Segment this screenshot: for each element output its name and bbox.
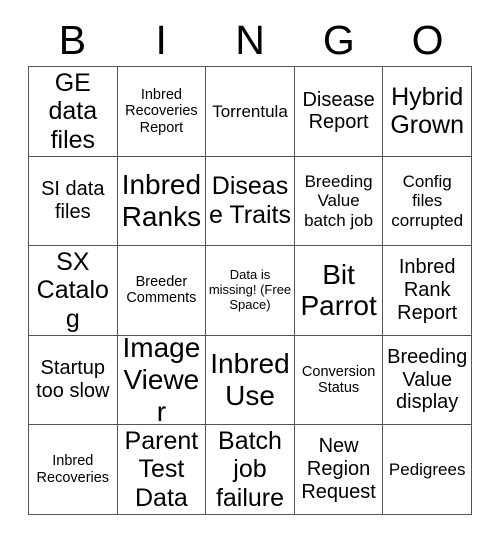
bingo-grid: GE data files Inbred Recoveries Report Tor…	[28, 66, 472, 515]
bingo-cell-label: Inbred Recoveries	[36, 453, 110, 486]
bingo-cell-r1-c3[interactable]: Torrentula	[206, 67, 295, 157]
bingo-cell-label: Inbred Ranks	[121, 168, 202, 232]
bingo-cell-r3-c1[interactable]: SX Catalog	[29, 246, 118, 336]
bingo-cell-label: SI data files	[41, 178, 105, 223]
bingo-cell-r4-c2[interactable]: Image Viewer	[117, 335, 207, 426]
bingo-cell-label: Parent Test Data	[124, 426, 199, 512]
bingo-cell-label: Config files corrupted	[391, 171, 464, 230]
bingo-cell-r4-c1[interactable]: Startup too slow	[29, 335, 118, 426]
bingo-cell-label: Disease Traits	[209, 172, 291, 229]
bingo-cell-r4-c3[interactable]: Inbred Use	[206, 335, 295, 426]
bingo-cell-label: Pedigrees	[388, 460, 466, 479]
bingo-cell-r5-c3[interactable]: Batch job failure	[206, 425, 295, 515]
bingo-card: B I N G O GE data files Inbred Recoveries…	[0, 0, 500, 544]
bingo-cell-r5-c2[interactable]: Parent Test Data	[117, 425, 207, 515]
bingo-cell-r3-c5[interactable]: Inbred Rank Report	[383, 246, 472, 336]
bingo-cell-r4-c4[interactable]: Conversion Status	[294, 335, 384, 426]
bingo-cell-r3-c2[interactable]: Breeder Comments	[117, 246, 207, 336]
bingo-cell-label: Bit Parrot	[300, 258, 377, 322]
bingo-cell-label: Inbred Recoveries Report	[125, 86, 198, 136]
bingo-header: B I N G O	[28, 14, 472, 66]
bingo-cell-r1-c2[interactable]: Inbred Recoveries Report	[117, 67, 207, 157]
bingo-cell-r5-c1[interactable]: Inbred Recoveries	[29, 425, 118, 515]
bingo-cell-label: New Region Request	[301, 435, 376, 504]
bingo-cell-label: Inbred Use	[210, 348, 290, 412]
bingo-cell-r5-c5[interactable]: Pedigrees	[383, 425, 472, 515]
bingo-cell-label: Batch job failure	[215, 426, 285, 512]
bingo-cell-label: Disease Report	[302, 88, 375, 134]
bingo-cell-r3-c4[interactable]: Bit Parrot	[294, 246, 384, 336]
bingo-header-letter-i: I	[155, 17, 167, 63]
bingo-cell-r2-c1[interactable]: SI data files	[29, 156, 118, 247]
bingo-cell-label: Breeding Value display	[387, 345, 468, 414]
bingo-header-letter-b: B	[58, 17, 87, 63]
bingo-header-letter-n: N	[235, 17, 265, 63]
bingo-header-letter-g: G	[322, 17, 355, 63]
bingo-cell-label: GE data files	[48, 68, 98, 154]
bingo-cell-r5-c4[interactable]: New Region Request	[294, 425, 384, 515]
bingo-cell-label: Data is missing! (Free Space)	[208, 267, 292, 312]
bingo-cell-r2-c3[interactable]: Disease Traits	[206, 156, 295, 247]
bingo-header-letter-o: O	[411, 17, 444, 63]
bingo-cell-label: Conversion Status	[301, 363, 376, 397]
bingo-cell-r1-c4[interactable]: Disease Report	[294, 67, 384, 157]
bingo-cell-r2-c5[interactable]: Config files corrupted	[383, 156, 472, 247]
bingo-cell-label: Image Viewer	[122, 335, 201, 426]
bingo-cell-r4-c5[interactable]: Breeding Value display	[383, 335, 472, 426]
bingo-cell-free-space[interactable]: Data is missing! (Free Space)	[206, 246, 295, 336]
bingo-cell-label: Torrentula	[212, 101, 288, 121]
bingo-cell-r2-c2[interactable]: Inbred Ranks	[117, 156, 207, 247]
bingo-cell-r1-c5[interactable]: Hybrid Grown	[383, 67, 472, 157]
bingo-cell-label: Hybrid Grown	[390, 82, 464, 140]
bingo-cell-r2-c4[interactable]: Breeding Value batch job	[294, 156, 384, 247]
bingo-cell-label: Startup too slow	[36, 357, 110, 403]
bingo-cell-label: Breeding Value batch job	[304, 171, 374, 230]
bingo-cell-label: Inbred Rank Report	[397, 256, 458, 324]
bingo-cell-label: SX Catalog	[36, 247, 109, 333]
bingo-cell-label: Breeder Comments	[126, 273, 197, 307]
bingo-cell-r1-c1[interactable]: GE data files	[29, 67, 118, 157]
